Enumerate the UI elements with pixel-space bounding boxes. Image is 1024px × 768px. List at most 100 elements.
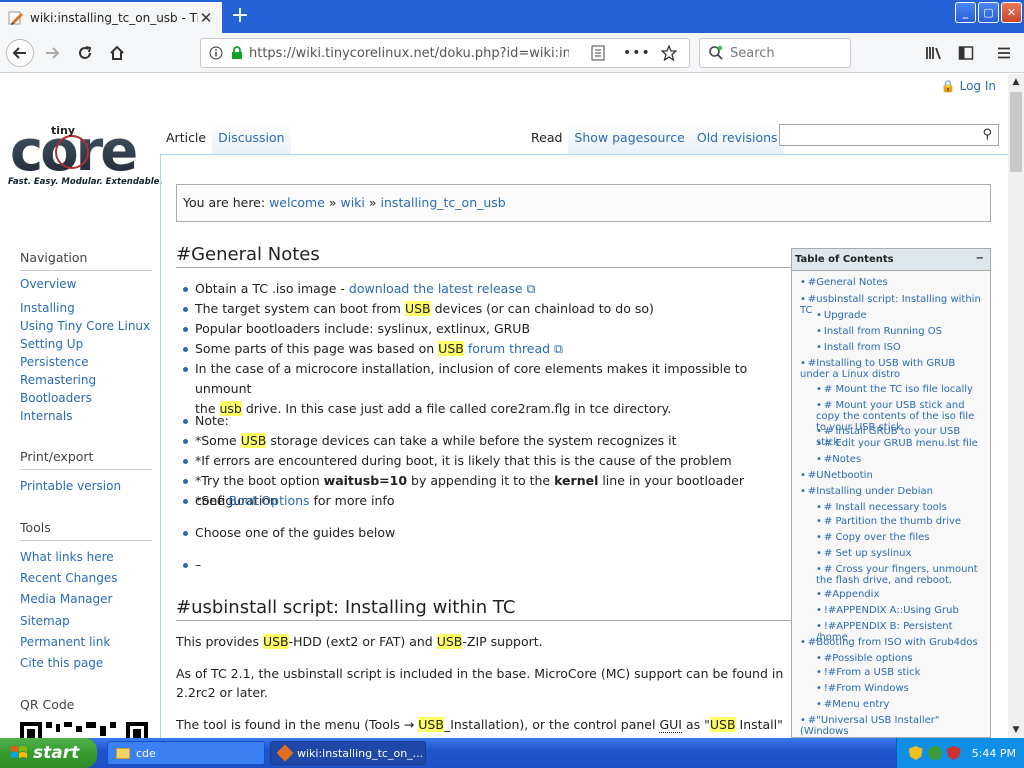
security-alert-icon[interactable] bbox=[946, 746, 961, 760]
taskbar-label: wiki:installing_tc_on_... bbox=[297, 746, 424, 760]
heading-general-notes: #General Notes bbox=[176, 244, 320, 265]
tab-discussion[interactable]: Discussion bbox=[212, 122, 291, 154]
toc-item[interactable]: • #Installing under Debian bbox=[800, 486, 986, 497]
close-window-button[interactable]: ✕ bbox=[1001, 2, 1022, 23]
toc-item[interactable]: • #Booting from ISO with Grub4dos bbox=[800, 637, 986, 648]
tab-old-revisions[interactable]: Old revisions bbox=[690, 122, 784, 154]
toc-item[interactable]: • # Set up syslinux bbox=[816, 548, 986, 559]
login-link[interactable]: 🔒 Log In bbox=[941, 79, 996, 93]
list-item: The target system can boot from USB devi… bbox=[195, 299, 785, 319]
sidebar-item-overview[interactable]: Overview bbox=[20, 277, 77, 291]
sidebar-item-internals[interactable]: Internals bbox=[20, 409, 73, 423]
toc-item[interactable]: • #Appendix bbox=[816, 589, 986, 600]
bookmark-star-icon[interactable] bbox=[660, 45, 677, 61]
toc-item[interactable]: • #"Universal USB Installer" (Windows bbox=[800, 715, 986, 737]
search-engine-icon bbox=[709, 45, 723, 60]
page-viewport: 🔒 Log In core tiny Fast. Easy. Modular. E… bbox=[0, 74, 1008, 738]
toc-item[interactable]: • # Edit your GRUB menu.lst file bbox=[816, 438, 986, 449]
toc-item[interactable]: • #General Notes bbox=[800, 277, 986, 288]
scrollbar-thumb[interactable] bbox=[1010, 92, 1022, 172]
sidebar-item-recent-changes[interactable]: Recent Changes bbox=[20, 571, 117, 585]
sidebar-item-persistence[interactable]: Persistence bbox=[20, 355, 89, 369]
toc-item[interactable]: • !#From a USB stick bbox=[816, 667, 986, 678]
sidebar-item-sitemap[interactable]: Sitemap bbox=[20, 614, 70, 628]
toc-item-label: # Set up syslinux bbox=[823, 548, 912, 559]
sidebar-item-cite-this-page[interactable]: Cite this page bbox=[20, 656, 103, 670]
sidebar-item-printable-version[interactable]: Printable version bbox=[20, 479, 121, 493]
new-tab-button[interactable]: + bbox=[226, 4, 254, 30]
library-button[interactable] bbox=[920, 39, 948, 67]
list-item-text: Some parts of this page was based on bbox=[195, 341, 439, 356]
minimize-button[interactable]: _ bbox=[955, 2, 976, 23]
maximize-button[interactable]: ▢ bbox=[978, 2, 999, 23]
toc-item[interactable]: • #Possible options bbox=[816, 653, 986, 664]
page-actions-icon[interactable]: ••• bbox=[623, 45, 651, 61]
back-button[interactable] bbox=[6, 39, 34, 67]
sidebar-item-using-tiny-core[interactable]: Using Tiny Core Linux bbox=[20, 319, 150, 333]
breadcrumb-wiki[interactable]: wiki bbox=[340, 195, 364, 210]
toc-item[interactable]: • !#From Windows bbox=[816, 683, 986, 694]
security-shield-icon[interactable] bbox=[908, 746, 923, 760]
toc-item[interactable]: • Upgrade bbox=[816, 310, 986, 321]
start-button[interactable]: start bbox=[0, 738, 97, 768]
toc-collapse-icon[interactable]: − bbox=[976, 253, 984, 264]
info-icon[interactable] bbox=[209, 46, 223, 60]
tab-article[interactable]: Article bbox=[160, 122, 213, 154]
sidebar-item-what-links-here[interactable]: What links here bbox=[20, 550, 114, 564]
scroll-down-icon[interactable]: ▼ bbox=[1008, 722, 1024, 738]
toc-item[interactable]: • #Installing to USB with GRUB under a Li… bbox=[800, 358, 986, 380]
search-icon[interactable]: ⚲ bbox=[982, 127, 992, 142]
sidebar-toggle-button[interactable] bbox=[952, 39, 980, 67]
breadcrumb-current-page[interactable]: installing_tc_on_usb bbox=[381, 195, 506, 210]
lock-icon[interactable] bbox=[231, 46, 243, 60]
text-fragment: Install" bbox=[735, 717, 783, 732]
forum-thread-link[interactable]: forum thread bbox=[468, 341, 550, 356]
toc-item[interactable]: • #Notes bbox=[816, 454, 986, 465]
boot-options-link[interactable]: Boot Options bbox=[229, 493, 310, 508]
toc-item[interactable]: • # Install necessary tools bbox=[816, 502, 986, 513]
sidebar-item-permanent-link[interactable]: Permanent link bbox=[20, 635, 110, 649]
home-button[interactable] bbox=[103, 39, 131, 67]
gui-abbreviation: GUI bbox=[659, 717, 682, 733]
toc-item[interactable]: • !#APPENDIX A::Using Grub bbox=[816, 605, 986, 616]
taskbar-item-browser[interactable]: wiki:installing_tc_on_... bbox=[270, 741, 426, 765]
toc-item[interactable]: • # Cross your fingers, unmount the flash… bbox=[816, 564, 986, 586]
toc-item[interactable]: • Install from Running OS bbox=[816, 326, 986, 337]
toc-item[interactable]: • Install from ISO bbox=[816, 342, 986, 353]
browser-tab[interactable]: wiki:installing_tc_on_usb - Tiny Co ✕ bbox=[0, 2, 222, 33]
breadcrumb-welcome[interactable]: welcome bbox=[269, 195, 325, 210]
sidebar-item-remastering[interactable]: Remastering bbox=[20, 373, 96, 387]
toc-item[interactable]: • # Mount the TC iso file locally bbox=[816, 384, 986, 395]
text-fragment: kernel bbox=[554, 473, 599, 488]
reload-button[interactable] bbox=[71, 39, 99, 67]
toc-header[interactable]: Table of Contents − bbox=[792, 249, 990, 271]
network-icon[interactable] bbox=[927, 746, 942, 760]
sidebar-item-setting-up[interactable]: Setting Up bbox=[20, 337, 83, 351]
reader-view-icon[interactable] bbox=[591, 45, 605, 61]
tab-read[interactable]: Read bbox=[525, 122, 569, 154]
url-text[interactable]: https://wiki.tinycorelinux.net/doku.php?… bbox=[249, 46, 569, 61]
download-latest-release-link[interactable]: download the latest release bbox=[349, 281, 523, 296]
sidebar-item-media-manager[interactable]: Media Manager bbox=[20, 592, 112, 606]
toc-bullet-icon: • bbox=[816, 667, 822, 678]
toc-item[interactable]: • # Partition the thumb drive bbox=[816, 516, 986, 527]
web-search-input[interactable]: Search bbox=[699, 38, 851, 68]
page-scrollbar[interactable]: ▲ ▼ bbox=[1008, 74, 1024, 738]
forward-button[interactable] bbox=[38, 39, 66, 67]
text-fragment: The tool is found in the menu (Tools → bbox=[176, 717, 419, 732]
toc-bullet-icon: • bbox=[816, 564, 822, 575]
scroll-up-icon[interactable]: ▲ bbox=[1008, 74, 1024, 90]
tab-show-pagesource[interactable]: Show pagesource bbox=[568, 122, 691, 154]
toc-item[interactable]: • #UNetbootin bbox=[800, 470, 986, 481]
menu-button[interactable] bbox=[990, 39, 1018, 67]
toc-item[interactable]: • # Copy over the files bbox=[816, 532, 986, 543]
toc-item-label: #Booting from ISO with Grub4dos bbox=[807, 637, 978, 648]
wiki-search-input[interactable]: ⚲ bbox=[779, 124, 999, 146]
taskbar-item-cde[interactable]: cde bbox=[107, 741, 265, 765]
url-bar[interactable]: https://wiki.tinycorelinux.net/doku.php?… bbox=[200, 38, 690, 68]
tab-close-icon[interactable]: ✕ bbox=[198, 9, 214, 27]
list-item-text: The target system can boot from bbox=[195, 301, 405, 316]
sidebar-item-installing[interactable]: Installing bbox=[20, 301, 75, 315]
toc-item[interactable]: • #Menu entry bbox=[816, 699, 986, 710]
sidebar-item-bootloaders[interactable]: Bootloaders bbox=[20, 391, 92, 405]
